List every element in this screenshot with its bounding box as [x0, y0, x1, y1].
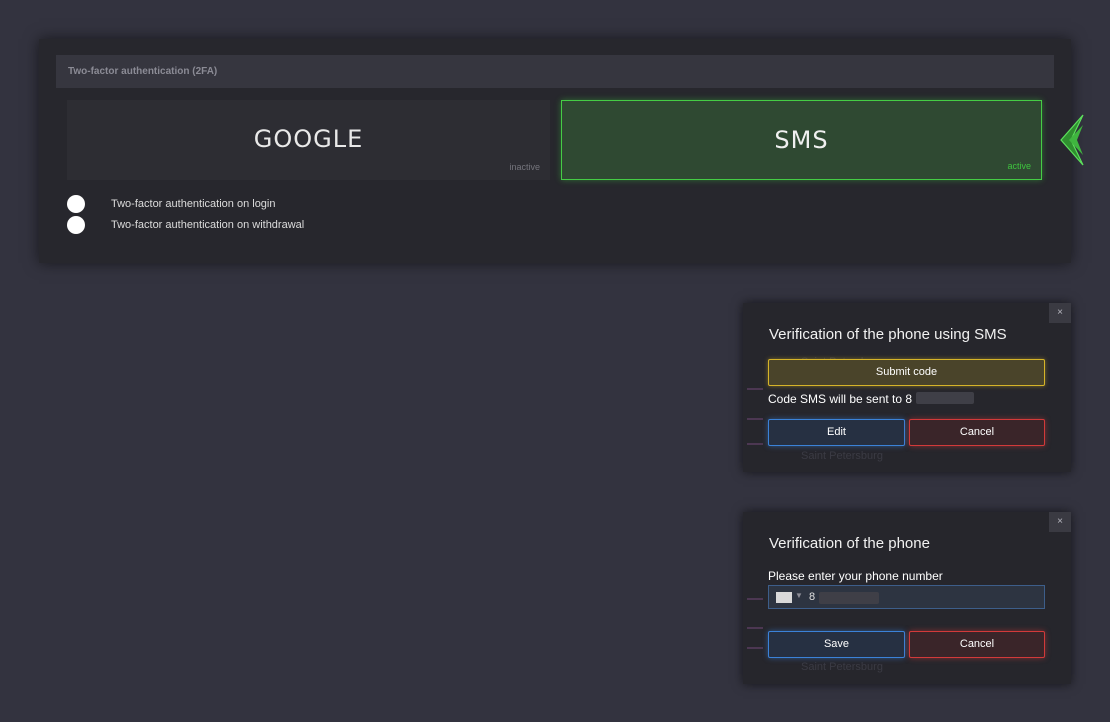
edit-button[interactable]: Edit [768, 419, 905, 446]
list-marker [747, 443, 763, 445]
close-icon[interactable]: × [1049, 303, 1071, 323]
country-flag-icon[interactable] [776, 592, 792, 603]
two-factor-panel: Two-factor authentication (2FA) GOOGLE i… [39, 39, 1071, 263]
masked-phone-number [916, 392, 974, 404]
method-name-google: GOOGLE [253, 125, 364, 153]
submit-code-button[interactable]: Submit code [768, 359, 1045, 386]
list-marker [747, 627, 763, 629]
toggle-label-withdrawal: Two-factor authentication on withdrawal [111, 219, 305, 231]
cancel-button[interactable]: Cancel [909, 419, 1045, 446]
method-name-sms: SMS [774, 126, 829, 154]
dialog-title: Verification of the phone [769, 535, 930, 552]
sms-code-text: Code SMS will be sent to 8 [768, 392, 913, 406]
chevron-down-icon[interactable]: ▼ [795, 591, 803, 600]
method-status-google: inactive [509, 162, 540, 172]
list-marker [747, 388, 763, 390]
background-list-item: Saint Petersburg [801, 661, 883, 673]
close-icon[interactable]: × [1049, 512, 1071, 532]
save-button[interactable]: Save [768, 631, 905, 658]
masked-phone-number [819, 592, 879, 604]
list-marker [747, 647, 763, 649]
panel-header: Two-factor authentication (2FA) [56, 55, 1054, 88]
sms-verification-dialog: × Saint Petersburg Saint Petersburg Sain… [743, 303, 1071, 472]
phone-verification-dialog: × Saint Petersburg Verification of the p… [743, 512, 1071, 684]
background-list-item: Saint Petersburg [801, 450, 883, 462]
active-pointer-icon [1060, 114, 1084, 166]
phone-input[interactable]: ▼ 8 [768, 585, 1045, 609]
toggle-login[interactable] [67, 195, 85, 213]
phone-prefix: 8 [809, 591, 816, 603]
list-marker [747, 598, 763, 600]
dialog-title: Verification of the phone using SMS [769, 326, 1007, 343]
method-tile-sms[interactable]: SMS active [561, 100, 1042, 180]
panel-title: Two-factor authentication (2FA) [68, 66, 218, 77]
cancel-button[interactable]: Cancel [909, 631, 1045, 658]
list-marker [747, 418, 763, 420]
phone-prompt: Please enter your phone number [768, 569, 943, 583]
toggle-label-login: Two-factor authentication on login [111, 198, 276, 210]
toggle-withdrawal[interactable] [67, 216, 85, 234]
method-status-sms: active [1007, 161, 1031, 171]
method-tile-google[interactable]: GOOGLE inactive [67, 100, 550, 180]
